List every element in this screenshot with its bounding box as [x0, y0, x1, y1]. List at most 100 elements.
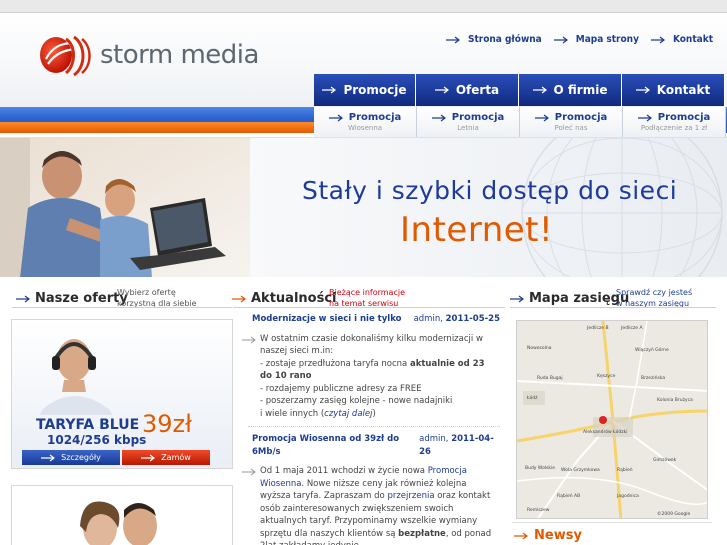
map-label: Gimzówek	[653, 456, 677, 463]
arrow-right-icon	[637, 114, 652, 121]
news-bullet: - zostaje przedłużona taryfa nocna aktua…	[260, 358, 498, 383]
offers-sub1: Wybierz ofertę	[117, 288, 176, 297]
map-label: Jedlicze A	[620, 325, 643, 331]
arrow-right-icon	[328, 114, 343, 121]
arrow-right-icon	[242, 336, 256, 343]
details-button-label: Szczegóły	[61, 453, 101, 462]
nav-promocje-label: Promocje	[343, 83, 407, 97]
news-bullet: i wiele innych (czytaj dalej)	[260, 408, 498, 421]
sub-nav: Promocja Wiosenna Promocja Letnia Promoc…	[314, 107, 727, 137]
offers-divider	[12, 307, 232, 308]
map-sub1: Sprawdź czy jesteś	[616, 288, 693, 297]
orange-bar	[0, 122, 314, 133]
nav-o-firmie[interactable]: O firmie	[519, 74, 622, 106]
news-item-meta: admin, 2011-04-26	[419, 433, 500, 458]
family-laptop-photo	[0, 138, 250, 277]
offer-card-couple[interactable]	[11, 485, 233, 545]
subnav-promocja-polec[interactable]: Promocja Poleć nas	[520, 107, 623, 137]
map-pin-icon	[599, 416, 607, 424]
news-list: Modernizacje w sieci i nie tylko admin, …	[234, 313, 506, 545]
map-label: Aleksandrów Łódzki	[583, 428, 628, 435]
arrow-right-icon	[434, 86, 449, 94]
news-item-title[interactable]: Promocja Wiosenna od 39zł do 6Mb/s	[252, 433, 419, 458]
toplink-sitemap[interactable]: Mapa strony	[553, 34, 639, 45]
coverage-map[interactable]: Jedlicze B Jedlicze A Nowosolna Wiączyń …	[516, 320, 708, 519]
offer-card-blue[interactable]: TARYFA BLUE 39zł 1024/256 kbps Szczegóły…	[11, 319, 233, 469]
news-title: Aktualności	[251, 291, 337, 306]
globe-graphic	[521, 138, 723, 277]
offer-speed: 1024/256 kbps	[47, 433, 147, 447]
arrow-right-icon	[141, 454, 156, 461]
top-links: Strona główna Mapa strony Kontakt	[445, 34, 713, 45]
details-button[interactable]: Szczegóły	[22, 450, 120, 465]
map-title: Mapa zasięgu	[529, 291, 630, 306]
news-author: admin,	[413, 314, 443, 324]
toplink-home[interactable]: Strona główna	[445, 34, 542, 45]
news-separator	[248, 426, 500, 427]
map-label: Ruda Bugaj	[537, 375, 563, 381]
map-section-title: Mapa zasięgu	[510, 291, 629, 306]
subnav-promocja-letnia[interactable]: Promocja Letnia	[417, 107, 520, 137]
map-copyright: ©2009 Google	[657, 510, 690, 517]
subnav-label: Promocja	[348, 112, 402, 123]
offers-title: Nasze oferty	[35, 291, 128, 306]
arrow-right-icon	[650, 36, 665, 43]
news-item: Modernizacje w sieci i nie tylko admin, …	[234, 313, 506, 427]
subnav-label: Promocja	[657, 112, 711, 123]
map-label: Nowosolna	[527, 345, 552, 351]
couple-photo	[12, 486, 232, 545]
subnav-promocja-wiosenna[interactable]: Promocja Wiosenna	[314, 107, 417, 137]
toplink-contact[interactable]: Kontakt	[650, 34, 713, 45]
hero-banner: Stały i szybki dostęp do sieci Internet!	[0, 137, 727, 277]
news-paragraph: Od 1 maja 2011 wchodzi w życie nowa Prom…	[260, 465, 498, 545]
map-label: Jedlicze B	[586, 325, 609, 331]
offer-name: TARYFA BLUE	[36, 417, 140, 433]
map-label: Rąbień	[617, 466, 633, 473]
map-label: Brzezińska	[641, 374, 665, 381]
news-text: Od 1 maja 2011 wchodzi w życie nowa	[260, 466, 428, 476]
news-subtitle: Bieżące informacje na temat serwisu	[329, 287, 405, 309]
arrow-right-icon	[534, 114, 549, 121]
offers-section-title: Nasze oferty	[16, 291, 128, 306]
map-label: Budy Wolskie	[525, 465, 555, 471]
arrow-right-icon	[553, 36, 568, 43]
map-graphic: Jedlicze B Jedlicze A Nowosolna Wiączyń …	[517, 321, 707, 518]
nav-kontakt-label: Kontakt	[656, 83, 711, 97]
map-label: Kolonia Brużyca	[657, 397, 693, 403]
news-sub1: Bieżące informacje	[329, 288, 405, 297]
map-label: Wola Grzymkowa	[561, 467, 600, 473]
page: storm media Strona główna Mapa strony Ko…	[0, 12, 727, 545]
nav-oferta-label: Oferta	[455, 83, 500, 97]
banner-internet: Internet!	[400, 210, 554, 250]
nav-o-firmie-label: O firmie	[553, 83, 608, 97]
map-divider	[510, 307, 716, 308]
news-bold: bezpłatne	[398, 528, 446, 539]
browse-link[interactable]: przejrzenia	[387, 491, 434, 501]
arrow-right-icon	[242, 468, 256, 476]
map-label: Rąbień AB	[557, 492, 580, 499]
offer-price: 39zł	[142, 410, 192, 438]
arrow-right-icon	[445, 36, 460, 43]
news-bullet: - poszerzamy zasięg kolejne - nowe nadaj…	[260, 396, 453, 406]
offers-subtitle: Wybierz ofertę korzystną dla siebie	[117, 287, 197, 309]
nav-kontakt[interactable]: Kontakt	[622, 74, 725, 106]
arrow-right-icon	[41, 454, 56, 461]
nav-oferta[interactable]: Oferta	[416, 74, 519, 106]
banner-headline: Stały i szybki dostęp do sieci	[302, 176, 678, 205]
logo[interactable]: storm media	[36, 33, 259, 77]
news-bullet-text: - zostaje przedłużona taryfa nocna	[260, 358, 410, 369]
subnav-label: Promocja	[554, 112, 608, 123]
newsy-section-title: Newsy	[514, 528, 582, 543]
map-label: Łódź	[526, 394, 538, 401]
news-intro: W ostatnim czasie dokonaliśmy kilku mode…	[260, 333, 483, 357]
arrow-right-icon	[514, 532, 528, 539]
nav-promocje[interactable]: Promocje	[314, 74, 416, 106]
news-bullet-text: i wiele innych (	[260, 408, 325, 419]
read-more-link[interactable]: czytaj dalej	[324, 409, 372, 419]
toplink-home-label: Strona główna	[467, 34, 542, 45]
order-button[interactable]: Zamów	[122, 450, 210, 465]
subnav-sublabel: Letnia	[457, 124, 479, 132]
subnav-sublabel: Wiosenna	[347, 124, 383, 132]
news-item-title[interactable]: Modernizacje w sieci i nie tylko	[252, 313, 401, 326]
subnav-promocja-podlaczenie[interactable]: Promocja Podłączenie za 1 zł	[623, 107, 726, 137]
